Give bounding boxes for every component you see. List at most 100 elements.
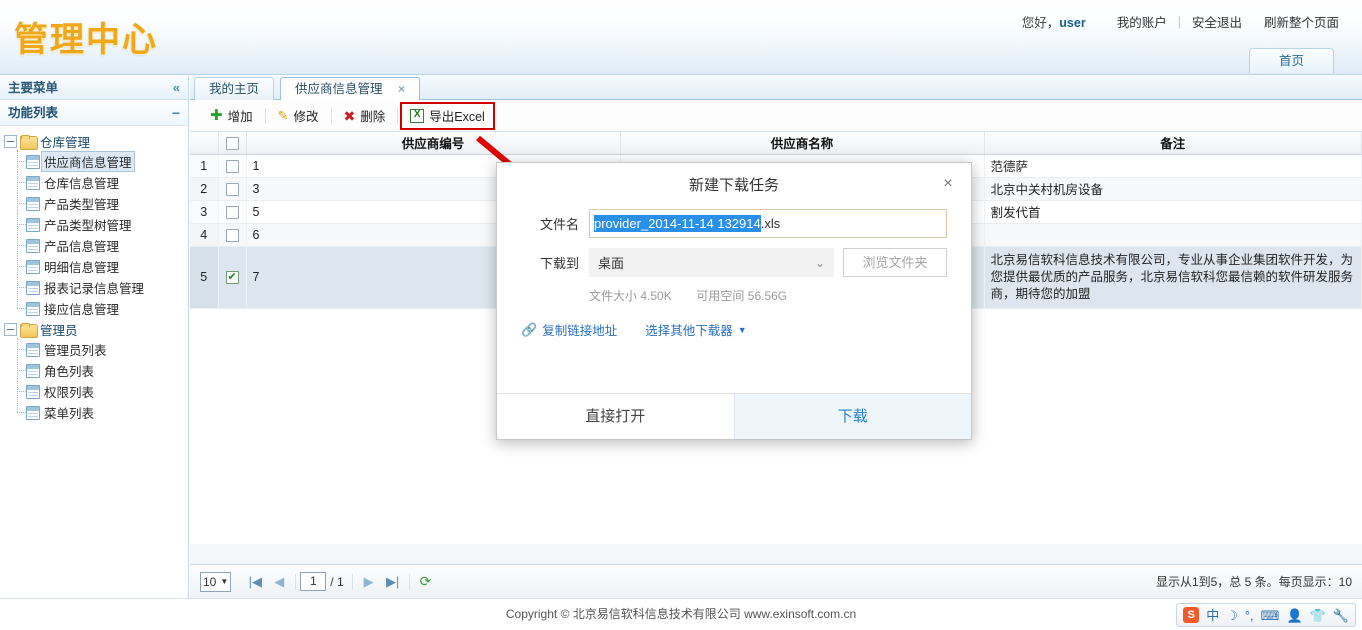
punctuation-icon[interactable]: °, bbox=[1245, 609, 1254, 622]
tab-supplier-info[interactable]: 供应商信息管理 × bbox=[280, 77, 421, 101]
tree-group-header[interactable]: 仓库管理 bbox=[0, 131, 188, 151]
row-checkbox[interactable] bbox=[225, 205, 239, 219]
sidebar-item-warehouse-info[interactable]: 仓库信息管理 bbox=[0, 171, 188, 193]
page-footer: Copyright © 北京易信软科信息技术有限公司 www.exinsoft.… bbox=[0, 598, 1362, 630]
nav-refresh-page[interactable]: 刷新整个页面 bbox=[1253, 12, 1350, 31]
sidebar-function-list-header[interactable]: 功能列表 − bbox=[0, 100, 188, 126]
tab-label: 供应商信息管理 bbox=[295, 82, 383, 96]
filename-row: 文件名 provider_2014-11-14 132914 .xls bbox=[497, 209, 971, 238]
sidebar-item-role-list[interactable]: 角色列表 bbox=[0, 359, 188, 381]
tree-group-header[interactable]: 管理员 bbox=[0, 319, 188, 339]
tree-dash bbox=[17, 245, 26, 246]
browse-folder-button[interactable]: 浏览文件夹 bbox=[843, 248, 947, 277]
column-header-supplier-code[interactable]: 供应商编号 bbox=[246, 132, 621, 155]
nav-logout[interactable]: 安全退出 bbox=[1181, 12, 1253, 31]
delete-button[interactable]: ✖ 删除 bbox=[334, 104, 396, 128]
prev-page-button[interactable]: ◀ bbox=[267, 574, 291, 590]
nav-my-account[interactable]: 我的账户 bbox=[1106, 12, 1178, 31]
tab-my-home[interactable]: 我的主页 bbox=[194, 77, 275, 100]
folder-icon bbox=[20, 134, 38, 150]
sogou-logo-icon[interactable]: S bbox=[1183, 607, 1200, 623]
pagination-info: 显示从1到5，总 5 条。每页显示：10 bbox=[1155, 575, 1352, 589]
row-checkbox-cell[interactable] bbox=[218, 177, 247, 201]
tree-line bbox=[17, 297, 18, 308]
pager-divider bbox=[295, 573, 297, 590]
open-directly-button[interactable]: 直接打开 bbox=[497, 394, 734, 439]
link-icon: 🔗 bbox=[521, 321, 538, 337]
collapse-sidebar-icon[interactable]: « bbox=[173, 76, 180, 100]
first-page-button[interactable]: |◀ bbox=[243, 574, 267, 590]
page-size-select[interactable]: 10 ▼ bbox=[200, 571, 232, 592]
close-icon[interactable]: × bbox=[398, 82, 405, 96]
expander-icon[interactable] bbox=[4, 134, 17, 148]
greeting: 您好，user bbox=[1022, 12, 1086, 31]
grid-icon bbox=[26, 175, 40, 190]
refresh-icon[interactable]: ⟳ bbox=[420, 573, 432, 590]
column-header-notes[interactable]: 备注 bbox=[984, 132, 1362, 155]
last-page-button[interactable]: ▶| bbox=[381, 574, 405, 590]
plus-icon: ✚ bbox=[210, 107, 223, 124]
pager-divider bbox=[351, 573, 353, 590]
row-checkbox-cell[interactable] bbox=[218, 200, 247, 224]
sidebar-item-product-type-tree[interactable]: 产品类型树管理 bbox=[0, 213, 188, 235]
add-button[interactable]: ✚ 增加 bbox=[200, 104, 263, 128]
page-size-value: 10 bbox=[203, 574, 217, 589]
expander-icon[interactable] bbox=[4, 322, 17, 336]
home-tab-button[interactable]: 首页 bbox=[1249, 48, 1334, 73]
row-checkbox[interactable] bbox=[225, 228, 239, 242]
select-all-checkbox[interactable] bbox=[225, 136, 239, 150]
row-checkbox[interactable] bbox=[225, 159, 239, 173]
row-number-header bbox=[190, 132, 219, 155]
row-checkbox-cell[interactable] bbox=[218, 154, 247, 178]
row-checkbox-cell[interactable] bbox=[218, 223, 247, 247]
caret-down-icon[interactable]: ▼ bbox=[738, 325, 747, 335]
sidebar-item-detail-info[interactable]: 明细信息管理 bbox=[0, 255, 188, 277]
sidebar-item-label: 产品信息管理 bbox=[44, 240, 120, 254]
choose-other-downloader[interactable]: 选择其他下载器 bbox=[645, 320, 733, 339]
tree-dash bbox=[17, 349, 26, 350]
next-page-button[interactable]: ▶ bbox=[357, 574, 381, 590]
sidebar: 主要菜单 « 功能列表 − 仓库管理 供应商信息管理 仓库信息管理 产品类型管理… bbox=[0, 76, 189, 598]
user-icon[interactable]: 👤 bbox=[1286, 609, 1302, 622]
sidebar-item-product-type[interactable]: 产品类型管理 bbox=[0, 192, 188, 214]
sidebar-item-permission-list[interactable]: 权限列表 bbox=[0, 380, 188, 402]
sidebar-item-supplier-info[interactable]: 供应商信息管理 bbox=[0, 150, 188, 172]
page-header: 管理中心 您好，user 我的账户 | 安全退出 刷新整个页面 首页 bbox=[0, 0, 1362, 75]
export-excel-button[interactable]: X 导出Excel bbox=[400, 101, 495, 130]
skin-icon[interactable]: 👕 bbox=[1310, 609, 1326, 622]
chinese-mode-icon[interactable]: 中 bbox=[1206, 609, 1219, 622]
sidebar-item-label: 产品类型树管理 bbox=[44, 219, 132, 233]
filename-input[interactable]: provider_2014-11-14 132914 .xls bbox=[589, 209, 947, 238]
edit-button[interactable]: ✎ 修改 bbox=[268, 104, 329, 128]
row-checkbox[interactable] bbox=[225, 182, 239, 196]
dialog-links: 🔗 复制链接地址 选择其他下载器 ▼ bbox=[497, 320, 971, 339]
sidebar-item-admin-list[interactable]: 管理员列表 bbox=[0, 338, 188, 360]
minimize-icon[interactable]: − bbox=[172, 100, 180, 126]
close-icon[interactable]: × bbox=[937, 173, 959, 195]
file-meta-info: 文件大小 4.50K 可用空间 56.56G bbox=[497, 287, 971, 304]
copy-link-address[interactable]: 复制链接地址 bbox=[542, 320, 617, 339]
grid-icon bbox=[26, 342, 40, 357]
download-button[interactable]: 下载 bbox=[733, 394, 971, 439]
tree-dash bbox=[17, 391, 26, 392]
grid-icon bbox=[26, 259, 40, 274]
saveto-select[interactable]: 桌面 ⌄ bbox=[589, 248, 834, 277]
pager-divider bbox=[408, 573, 410, 590]
row-number: 3 bbox=[190, 200, 219, 224]
sidebar-item-response-info[interactable]: 接应信息管理 bbox=[0, 297, 188, 319]
sidebar-item-menu-list[interactable]: 菜单列表 bbox=[0, 401, 188, 423]
sidebar-item-report-record[interactable]: 报表记录信息管理 bbox=[0, 276, 188, 298]
toolbox-icon[interactable]: 🔧 bbox=[1333, 609, 1349, 622]
moon-icon[interactable]: ☽ bbox=[1226, 609, 1238, 622]
page-number-input[interactable]: 1 bbox=[300, 572, 327, 591]
keyboard-icon[interactable]: ⌨ bbox=[1261, 609, 1280, 622]
column-header-supplier-name[interactable]: 供应商名称 bbox=[620, 132, 985, 155]
row-checkbox-cell[interactable] bbox=[218, 246, 247, 309]
username: user bbox=[1059, 16, 1086, 30]
sidebar-main-menu-title: 主要菜单 bbox=[8, 80, 59, 95]
freespace-label: 可用空间 bbox=[696, 289, 745, 303]
tree-dash bbox=[17, 203, 26, 204]
row-checkbox[interactable] bbox=[225, 270, 239, 285]
sidebar-item-product-info[interactable]: 产品信息管理 bbox=[0, 234, 188, 256]
toolbar-divider bbox=[330, 107, 332, 124]
